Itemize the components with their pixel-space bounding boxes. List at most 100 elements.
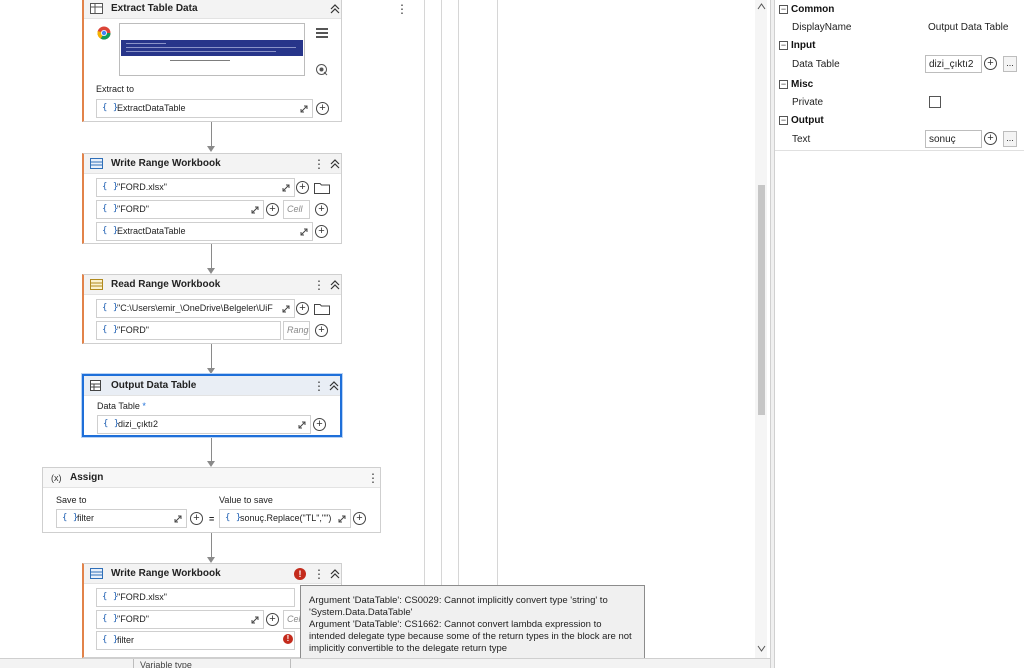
cell-field[interactable]: Cell bbox=[283, 610, 301, 629]
range-field[interactable]: Range bbox=[283, 321, 310, 340]
data-table-field[interactable]: { } ExtractDataTable bbox=[96, 222, 313, 241]
workbook-path-field[interactable]: { } "FORD.xlsx" bbox=[96, 588, 295, 607]
folder-icon[interactable] bbox=[314, 181, 330, 194]
activity-header[interactable]: Read Range Workbook ⋮ bbox=[84, 275, 341, 295]
designer-canvas[interactable]: Extract Table Data ⋮ Extract to { } Extr… bbox=[0, 0, 420, 658]
expression-icon: { } bbox=[102, 103, 119, 113]
expand-icon[interactable] bbox=[338, 515, 346, 523]
write-range-workbook-activity[interactable]: Write Range Workbook ⋮ { } "FORD.xlsx" +… bbox=[82, 153, 342, 244]
activity-header[interactable]: (x) Assign ⋮ bbox=[43, 468, 380, 488]
scroll-down-icon[interactable] bbox=[757, 645, 766, 652]
property-private[interactable]: Private bbox=[775, 92, 1024, 112]
extract-table-data-activity[interactable]: Extract Table Data ⋮ Extract to { } Extr… bbox=[82, 0, 408, 122]
expand-icon[interactable] bbox=[282, 184, 290, 192]
plus-icon[interactable]: + bbox=[313, 418, 326, 431]
workbook-path-field[interactable]: { } "C:\Users\emir_\OneDrive\Belgeler\Ui… bbox=[96, 299, 295, 318]
cell-field[interactable]: Cell bbox=[283, 200, 310, 219]
category-output[interactable]: − Output bbox=[775, 112, 1024, 129]
collapse-toggle-icon[interactable]: − bbox=[779, 5, 788, 14]
property-value[interactable]: Output Data Table bbox=[928, 22, 1008, 33]
target-indicate-icon[interactable] bbox=[315, 63, 328, 76]
activity-header[interactable]: Write Range Workbook ! ⋮ bbox=[84, 564, 341, 584]
collapse-icon[interactable] bbox=[329, 278, 341, 292]
collapse-icon[interactable] bbox=[329, 2, 341, 16]
more-options-icon[interactable]: ⋮ bbox=[313, 378, 325, 394]
category-input[interactable]: − Input bbox=[775, 37, 1024, 54]
scrollbar-thumb[interactable] bbox=[758, 185, 765, 415]
data-table-field[interactable]: { } filter bbox=[96, 631, 295, 650]
collapse-icon[interactable] bbox=[328, 379, 340, 393]
column-divider bbox=[290, 659, 291, 668]
more-options-icon[interactable]: ⋮ bbox=[396, 1, 408, 17]
plus-icon[interactable]: + bbox=[266, 613, 279, 626]
expression-icon: { } bbox=[62, 513, 79, 523]
read-range-workbook-activity[interactable]: Read Range Workbook ⋮ { } "C:\Users\emir… bbox=[82, 274, 342, 344]
text-output-input[interactable]: sonuç bbox=[925, 130, 982, 148]
value-to-save-label: Value to save bbox=[219, 495, 273, 505]
activity-title: Assign bbox=[70, 472, 104, 483]
menu-icon[interactable] bbox=[316, 28, 328, 38]
folder-icon[interactable] bbox=[314, 302, 330, 315]
sheet-name-field[interactable]: { } "FORD" bbox=[96, 200, 264, 219]
category-common[interactable]: − Common bbox=[775, 1, 1024, 18]
value-to-save-field[interactable]: { } sonuç.Replace("TL","") bbox=[219, 509, 351, 528]
more-options-icon[interactable]: ⋮ bbox=[313, 156, 325, 172]
plus-icon[interactable]: + bbox=[315, 203, 328, 216]
more-options-icon[interactable]: ⋮ bbox=[313, 566, 325, 582]
extract-to-field[interactable]: { } ExtractDataTable bbox=[96, 99, 313, 118]
expand-icon[interactable] bbox=[282, 305, 290, 313]
plus-icon[interactable]: + bbox=[296, 181, 309, 194]
workbook-path-field[interactable]: { } "FORD.xlsx" bbox=[96, 178, 295, 197]
more-options-icon[interactable]: ⋮ bbox=[313, 277, 325, 293]
plus-icon[interactable]: + bbox=[296, 302, 309, 315]
plus-icon[interactable]: + bbox=[316, 102, 329, 115]
ellipsis-button[interactable]: ... bbox=[1003, 56, 1017, 72]
data-table-field[interactable]: { } dizi_çıktı2 bbox=[97, 415, 311, 434]
plus-icon[interactable]: + bbox=[266, 203, 279, 216]
ellipsis-button[interactable]: ... bbox=[1003, 131, 1017, 147]
expand-icon[interactable] bbox=[251, 206, 259, 214]
activity-header[interactable]: Output Data Table ⋮ bbox=[84, 376, 340, 396]
private-checkbox[interactable] bbox=[929, 96, 941, 108]
collapse-icon[interactable] bbox=[329, 157, 341, 171]
field-error-icon[interactable]: ! bbox=[283, 634, 293, 644]
collapse-toggle-icon[interactable]: − bbox=[779, 41, 788, 50]
expression-icon: { } bbox=[102, 226, 119, 236]
spreadsheet-read-icon bbox=[90, 279, 103, 290]
assign-activity[interactable]: (x) Assign ⋮ Save to { } filter + = Valu… bbox=[42, 467, 381, 533]
expand-icon[interactable] bbox=[298, 421, 306, 429]
variable-type-column-header[interactable]: Variable type bbox=[140, 660, 192, 668]
plus-icon[interactable]: + bbox=[353, 512, 366, 525]
category-title: Common bbox=[791, 4, 835, 15]
sheet-name-field[interactable]: { } "FORD" bbox=[96, 610, 264, 629]
property-text[interactable]: Text sonuç + ... bbox=[775, 129, 1024, 149]
plus-icon[interactable]: + bbox=[315, 225, 328, 238]
category-misc[interactable]: − Misc bbox=[775, 76, 1024, 93]
more-options-icon[interactable]: ⋮ bbox=[367, 470, 379, 486]
property-data-table[interactable]: Data Table dizi_çıktı2 + ... bbox=[775, 54, 1024, 74]
data-table-label-text: Data Table bbox=[97, 401, 140, 411]
target-screenshot-preview[interactable] bbox=[119, 23, 305, 76]
collapse-toggle-icon[interactable]: − bbox=[779, 80, 788, 89]
expand-icon[interactable] bbox=[251, 616, 259, 624]
plus-icon[interactable]: + bbox=[984, 132, 997, 145]
property-display-name[interactable]: DisplayName Output Data Table bbox=[775, 17, 1024, 37]
connector bbox=[211, 244, 212, 268]
activity-header[interactable]: Extract Table Data ⋮ bbox=[84, 0, 408, 19]
sheet-name-field[interactable]: { } "FORD" bbox=[96, 321, 281, 340]
collapse-icon[interactable] bbox=[329, 567, 341, 581]
expand-icon[interactable] bbox=[300, 228, 308, 236]
plus-icon[interactable]: + bbox=[190, 512, 203, 525]
plus-icon[interactable]: + bbox=[315, 324, 328, 337]
expand-icon[interactable] bbox=[300, 105, 308, 113]
variable-icon: (x) bbox=[51, 473, 62, 483]
output-data-table-activity[interactable]: Output Data Table ⋮ Data Table * { } diz… bbox=[82, 374, 342, 437]
validation-error-icon[interactable]: ! bbox=[294, 568, 306, 580]
data-table-input[interactable]: dizi_çıktı2 bbox=[925, 55, 982, 73]
collapse-toggle-icon[interactable]: − bbox=[779, 116, 788, 125]
save-to-field[interactable]: { } filter bbox=[56, 509, 187, 528]
scroll-up-icon[interactable] bbox=[757, 3, 766, 10]
activity-header[interactable]: Write Range Workbook ⋮ bbox=[84, 154, 341, 174]
expand-icon[interactable] bbox=[174, 515, 182, 523]
plus-icon[interactable]: + bbox=[984, 57, 997, 70]
